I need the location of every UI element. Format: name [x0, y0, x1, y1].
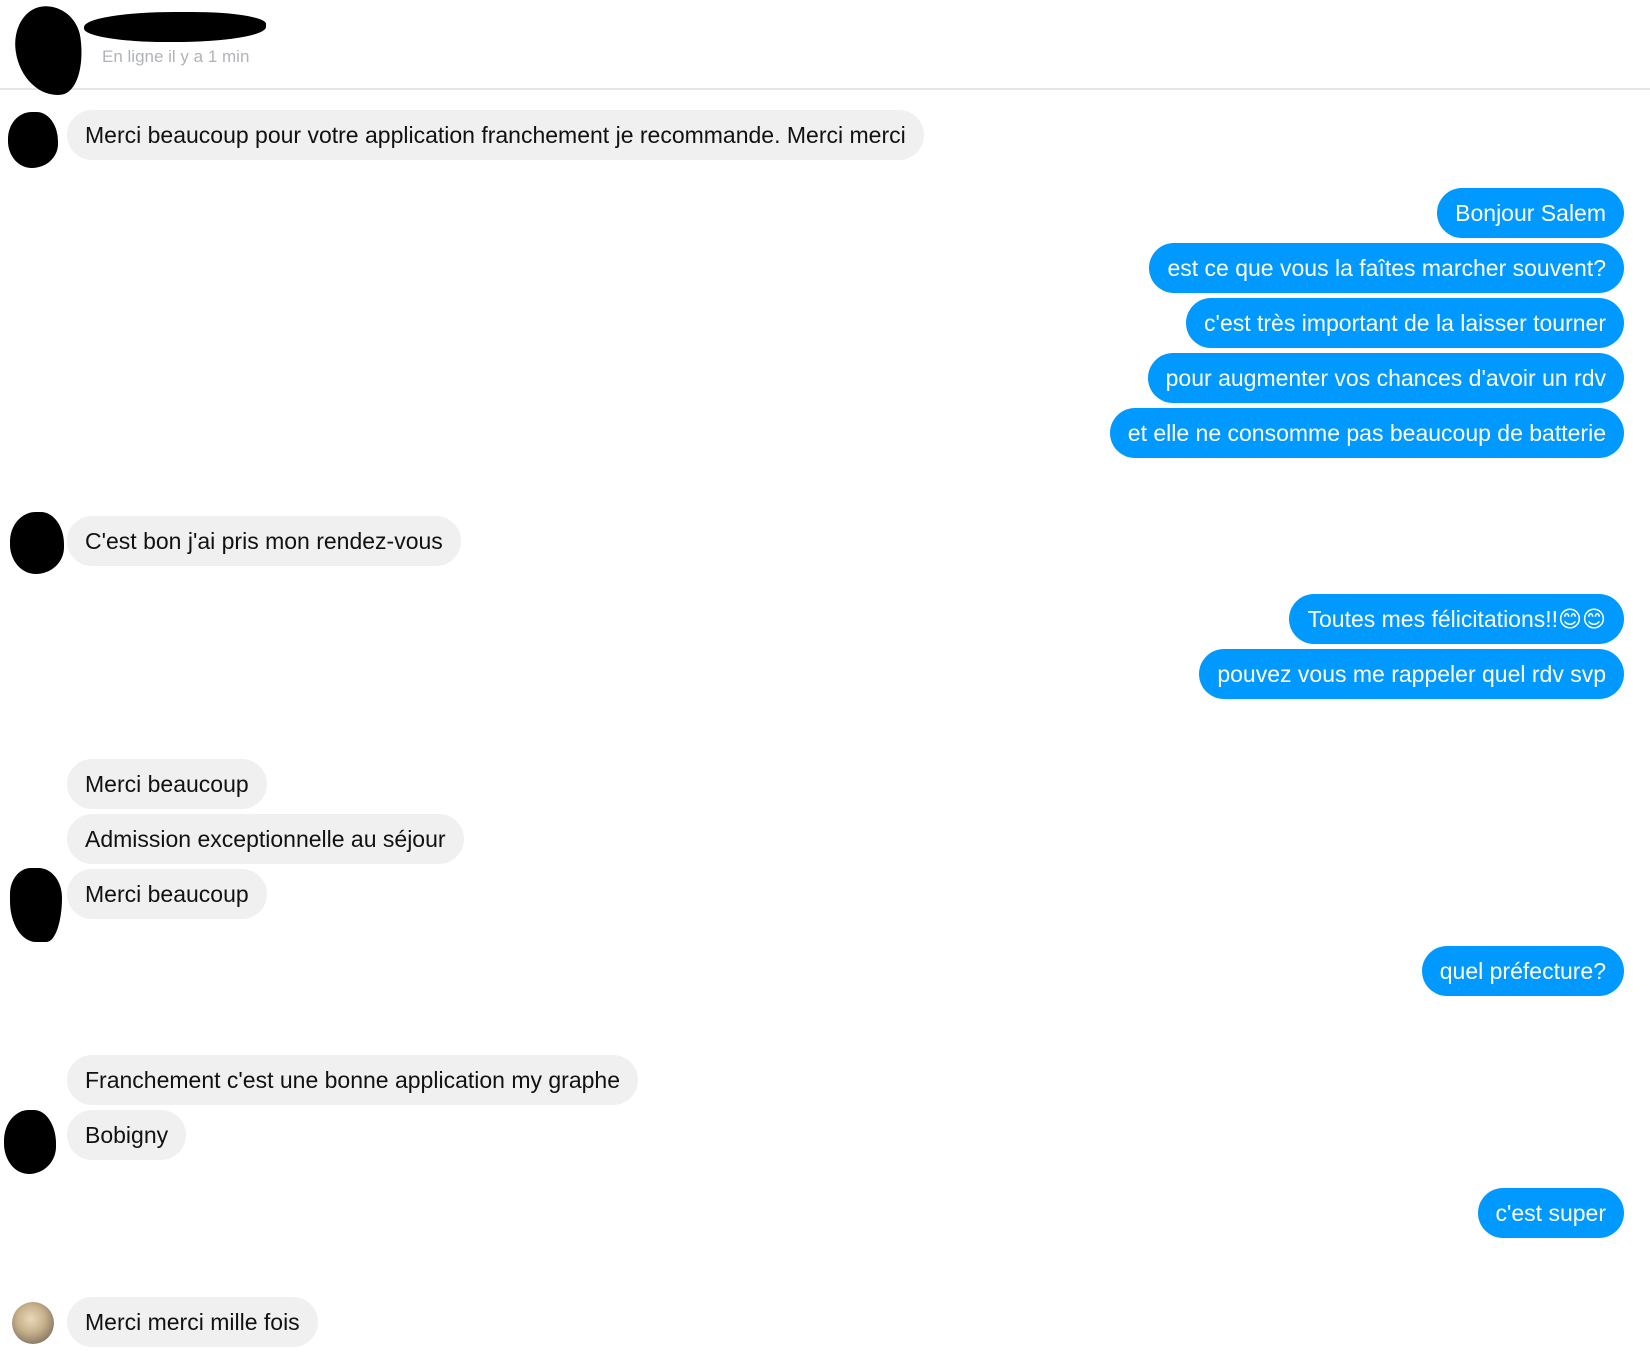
message-outgoing[interactable]: Bonjour Salem — [1437, 188, 1624, 238]
sender-avatar-redacted — [4, 1110, 56, 1174]
contact-name-redacted[interactable] — [84, 12, 266, 42]
contact-status: En ligne il y a 1 min — [102, 47, 250, 66]
conversation-header: En ligne il y a 1 min — [0, 0, 1650, 101]
message-outgoing[interactable]: c'est super — [1477, 1188, 1624, 1238]
message-incoming[interactable]: Merci beaucoup pour votre application fr… — [67, 110, 924, 160]
message-incoming[interactable]: Franchement c'est une bonne application … — [67, 1055, 638, 1105]
message-outgoing[interactable]: et elle ne consomme pas beaucoup de batt… — [1109, 408, 1624, 458]
message-incoming[interactable]: Merci beaucoup — [67, 759, 267, 809]
message-incoming[interactable]: Merci beaucoup — [67, 869, 267, 919]
sender-avatar-redacted — [10, 512, 64, 574]
sender-avatar-redacted — [8, 112, 58, 168]
message-outgoing[interactable]: quel préfecture? — [1421, 946, 1624, 996]
message-outgoing[interactable]: pouvez vous me rappeler quel rdv svp — [1199, 649, 1624, 699]
sender-avatar-photo — [12, 1302, 54, 1344]
message-outgoing[interactable]: Toutes mes félicitations!!😊😊 — [1289, 594, 1624, 644]
contact-avatar-redacted[interactable] — [10, 1, 88, 101]
sender-avatar-redacted — [10, 868, 62, 942]
message-outgoing[interactable]: est ce que vous la faîtes marcher souven… — [1149, 243, 1624, 293]
message-incoming[interactable]: C'est bon j'ai pris mon rendez-vous — [67, 516, 461, 566]
message-outgoing[interactable]: pour augmenter vos chances d'avoir un rd… — [1147, 353, 1624, 403]
message-incoming[interactable]: Merci merci mille fois — [67, 1297, 318, 1347]
message-incoming[interactable]: Admission exceptionnelle au séjour — [67, 814, 464, 864]
chat-window: En ligne il y a 1 min Merci beaucoup pou… — [0, 0, 1650, 1354]
message-incoming[interactable]: Bobigny — [67, 1110, 187, 1160]
message-outgoing[interactable]: c'est très important de la laisser tourn… — [1186, 298, 1624, 348]
